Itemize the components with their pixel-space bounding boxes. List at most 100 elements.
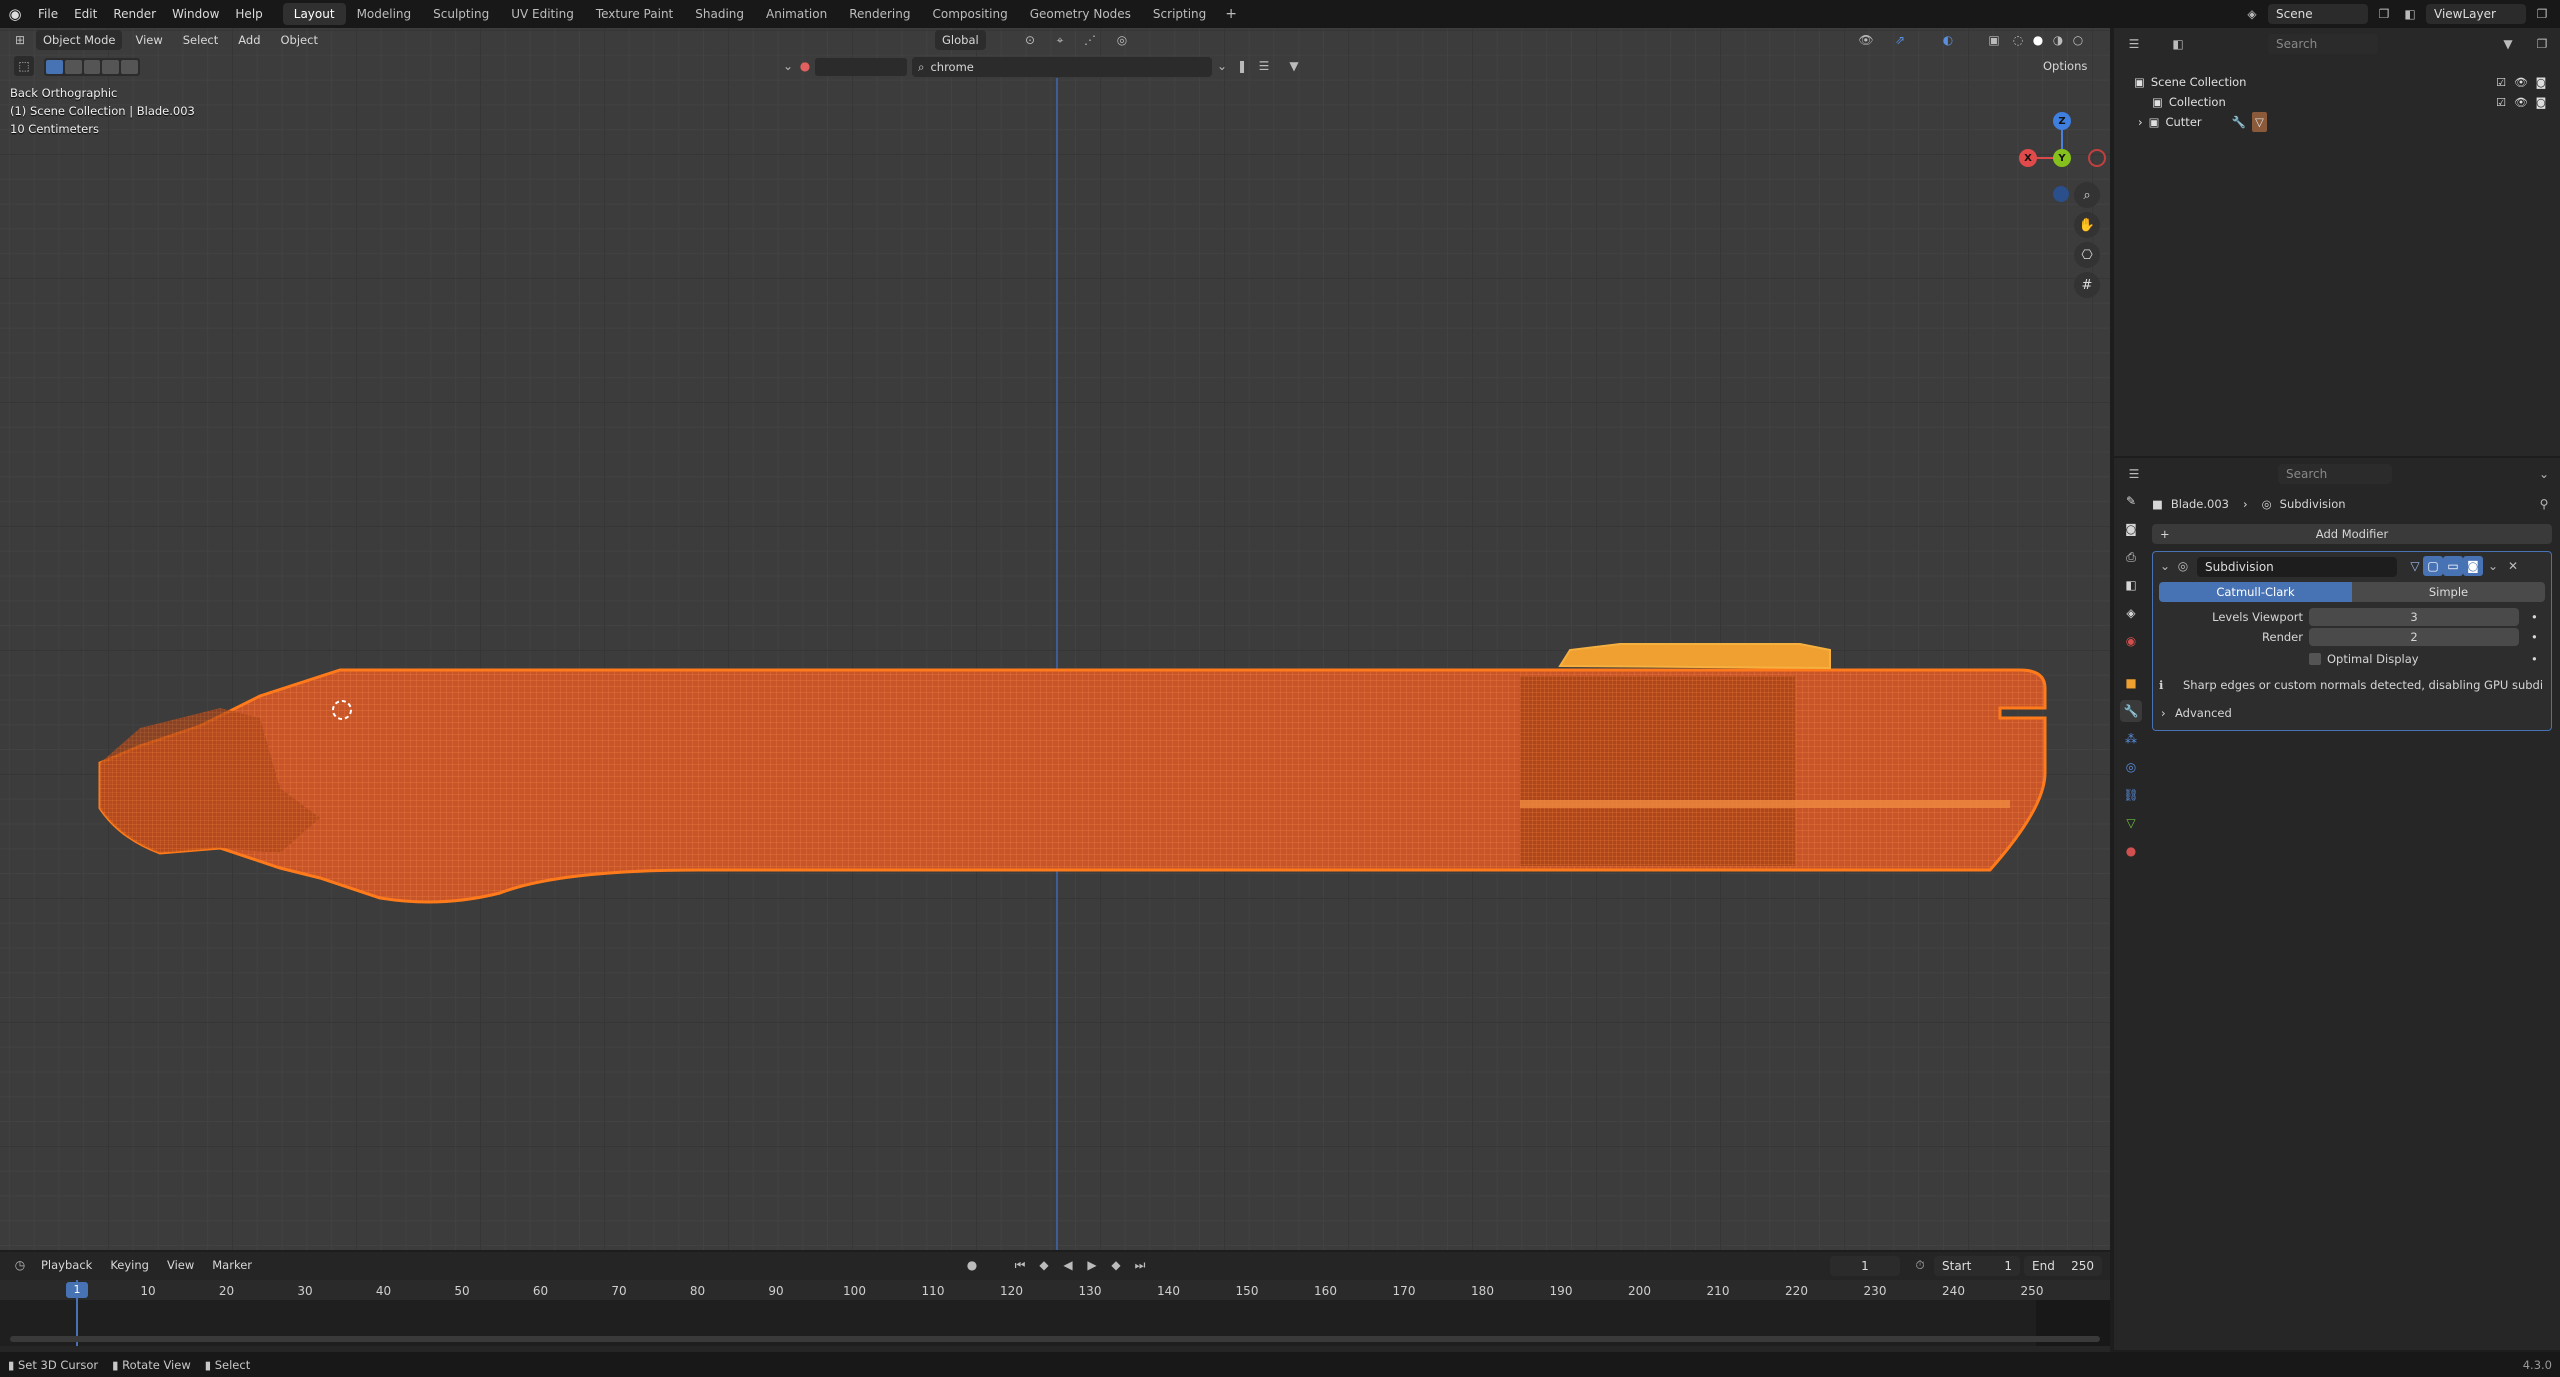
camera-render-icon[interactable]: ◙ — [2534, 95, 2548, 109]
keying-menu[interactable]: Keying — [103, 1255, 156, 1275]
select-intersect-icon[interactable] — [121, 60, 138, 74]
outliner-search-input[interactable]: Search — [2268, 34, 2378, 54]
advanced-label[interactable]: Advanced — [2175, 704, 2232, 722]
simple-option[interactable]: Simple — [2352, 582, 2545, 602]
visibility-icon[interactable]: 👁 — [1856, 30, 1876, 50]
select-subtract-icon[interactable] — [83, 60, 101, 74]
edit-mode-icon[interactable]: ▢ — [2423, 556, 2443, 576]
play-reverse-icon[interactable]: ◀ — [1058, 1255, 1078, 1275]
end-frame-field[interactable]: End 250 — [2024, 1256, 2102, 1276]
chevron-down-icon[interactable]: ⌄ — [2534, 464, 2554, 484]
expand-arrow-icon[interactable]: › — [2138, 112, 2143, 132]
view-options-icon[interactable]: ☰ — [1254, 56, 1274, 76]
modifier-tab-icon[interactable]: 🔧 — [2120, 700, 2142, 722]
select-extend-icon[interactable] — [64, 60, 82, 74]
gizmo-x-axis[interactable]: X — [2019, 149, 2037, 167]
advanced-expand-icon[interactable]: › — [2161, 704, 2166, 722]
pin-icon[interactable]: ⚲ — [2534, 494, 2554, 514]
eye-icon[interactable]: 👁 — [2514, 75, 2528, 89]
tab-layout[interactable]: Layout — [282, 3, 346, 25]
tab-rendering[interactable]: Rendering — [838, 3, 921, 25]
gizmo-neg-x-axis[interactable] — [2088, 149, 2106, 167]
on-cage-icon[interactable]: ▽ — [2405, 556, 2425, 576]
modifier-name-field[interactable]: Subdivision — [2197, 557, 2397, 577]
select-invert-icon[interactable] — [102, 60, 120, 74]
material-tab-icon[interactable]: ● — [2120, 840, 2142, 862]
scene-icon[interactable]: ◈ — [2242, 4, 2262, 24]
proportional-edit-icon[interactable]: ◎ — [1112, 30, 1132, 50]
tab-geometry-nodes[interactable]: Geometry Nodes — [1019, 3, 1142, 25]
hand-icon[interactable]: ✋ — [2074, 212, 2100, 238]
object-tab-icon[interactable]: ■ — [2120, 672, 2142, 694]
view-layer-field[interactable]: ViewLayer — [2426, 4, 2526, 24]
overlays-toggle-icon[interactable]: ◐ — [1938, 30, 1958, 50]
timeline-scrollbar[interactable] — [10, 1336, 2100, 1342]
object-menu[interactable]: Object — [274, 30, 325, 50]
solid-shading-icon[interactable]: ● — [2028, 30, 2048, 50]
snap-target-icon[interactable]: ⋰ — [1080, 30, 1100, 50]
tab-uv-editing[interactable]: UV Editing — [500, 3, 585, 25]
optimal-display-checkbox[interactable] — [2309, 653, 2321, 665]
playhead-handle[interactable]: 1 — [66, 1282, 88, 1298]
properties-editor-icon[interactable]: ☰ — [2124, 464, 2144, 484]
tab-texture-paint[interactable]: Texture Paint — [585, 3, 684, 25]
collection-row[interactable]: ▣ Collection — [2152, 92, 2226, 112]
scene-tab-icon[interactable]: ◈ — [2120, 602, 2142, 624]
tab-shading[interactable]: Shading — [684, 3, 755, 25]
timeline-editor-icon[interactable]: ◷ — [10, 1255, 30, 1275]
tab-animation[interactable]: Animation — [755, 3, 838, 25]
grid-icon[interactable]: # — [2074, 272, 2100, 298]
tab-scripting[interactable]: Scripting — [1142, 3, 1217, 25]
cutter-row[interactable]: › ▣ Cutter 🔧 ▽ — [2138, 112, 2267, 132]
tool-tab-icon[interactable]: ✎ — [2120, 490, 2142, 512]
material-shading-icon[interactable]: ◑ — [2048, 30, 2068, 50]
view-layer-tab-icon[interactable]: ◧ — [2120, 574, 2142, 596]
modifier-menu-icon[interactable]: ⌄ — [2483, 556, 2503, 576]
close-icon[interactable]: ✕ — [2503, 556, 2523, 576]
xray-icon[interactable]: ▣ — [1984, 30, 2004, 50]
realtime-icon[interactable]: ▭ — [2443, 556, 2463, 576]
menu-help[interactable]: Help — [227, 0, 270, 28]
next-keyframe-icon[interactable]: ◆ — [1106, 1255, 1126, 1275]
gizmo-z-axis[interactable]: Z — [2053, 112, 2071, 130]
new-view-layer-icon[interactable]: ❐ — [2532, 4, 2552, 24]
scene-field[interactable]: Scene — [2268, 4, 2368, 24]
camera-render-icon[interactable]: ◙ — [2534, 75, 2548, 89]
filter-icon[interactable]: ▼ — [1284, 56, 1304, 76]
stopwatch-icon[interactable]: ⏱ — [1910, 1255, 1930, 1275]
output-tab-icon[interactable]: ⎙ — [2120, 546, 2142, 568]
physics-tab-icon[interactable]: ◎ — [2120, 756, 2142, 778]
playback-menu[interactable]: Playback — [34, 1255, 99, 1275]
particles-tab-icon[interactable]: ⁂ — [2120, 728, 2142, 750]
camera-icon[interactable]: ⎔ — [2074, 242, 2100, 268]
options-dropdown[interactable]: Options — [2036, 56, 2094, 76]
select-new-icon[interactable] — [46, 60, 63, 74]
timeline-view-menu[interactable]: View — [160, 1255, 201, 1275]
outliner-filter-icon[interactable]: ▼ — [2498, 34, 2518, 54]
outliner-editor-icon[interactable]: ☰ — [2124, 34, 2144, 54]
gizmo-toggle-icon[interactable]: ⇗ — [1890, 30, 1910, 50]
filter-toggles[interactable] — [815, 58, 907, 76]
render-tab-icon[interactable]: ◙ — [2120, 518, 2142, 540]
keyframe-dot-icon[interactable]: • — [2531, 628, 2538, 646]
exclude-checkbox[interactable]: ☑ — [2494, 75, 2508, 89]
auto-keying-icon[interactable]: ● — [962, 1255, 982, 1275]
add-menu[interactable]: Add — [231, 30, 267, 50]
data-tab-icon[interactable]: ▽ — [2120, 812, 2142, 834]
display-mode-icon[interactable]: ◧ — [2168, 34, 2188, 54]
add-workspace-button[interactable]: + — [1217, 6, 1245, 22]
select-tool-icon[interactable]: ⬚ — [14, 56, 34, 76]
cutter-mesh[interactable] — [80, 608, 2060, 928]
levels-viewport-field[interactable]: 3 — [2309, 608, 2519, 626]
snap-icon[interactable]: ⌖ — [1050, 30, 1070, 50]
menu-window[interactable]: Window — [164, 0, 227, 28]
current-frame-field[interactable]: 1 — [1830, 1256, 1900, 1276]
3d-viewport[interactable]: ⊞ Object Mode View Select Add Object Glo… — [0, 28, 2110, 1250]
play-icon[interactable]: ▶ — [1082, 1255, 1102, 1275]
gizmo-neg-z-axis[interactable] — [2053, 186, 2069, 202]
editor-type-icon[interactable]: ⊞ — [10, 30, 30, 50]
add-modifier-button[interactable]: + Add Modifier — [2152, 524, 2552, 544]
zoom-icon[interactable]: ⌕ — [2074, 182, 2100, 208]
mode-dropdown[interactable]: Object Mode — [36, 30, 123, 50]
tab-sculpting[interactable]: Sculpting — [422, 3, 500, 25]
